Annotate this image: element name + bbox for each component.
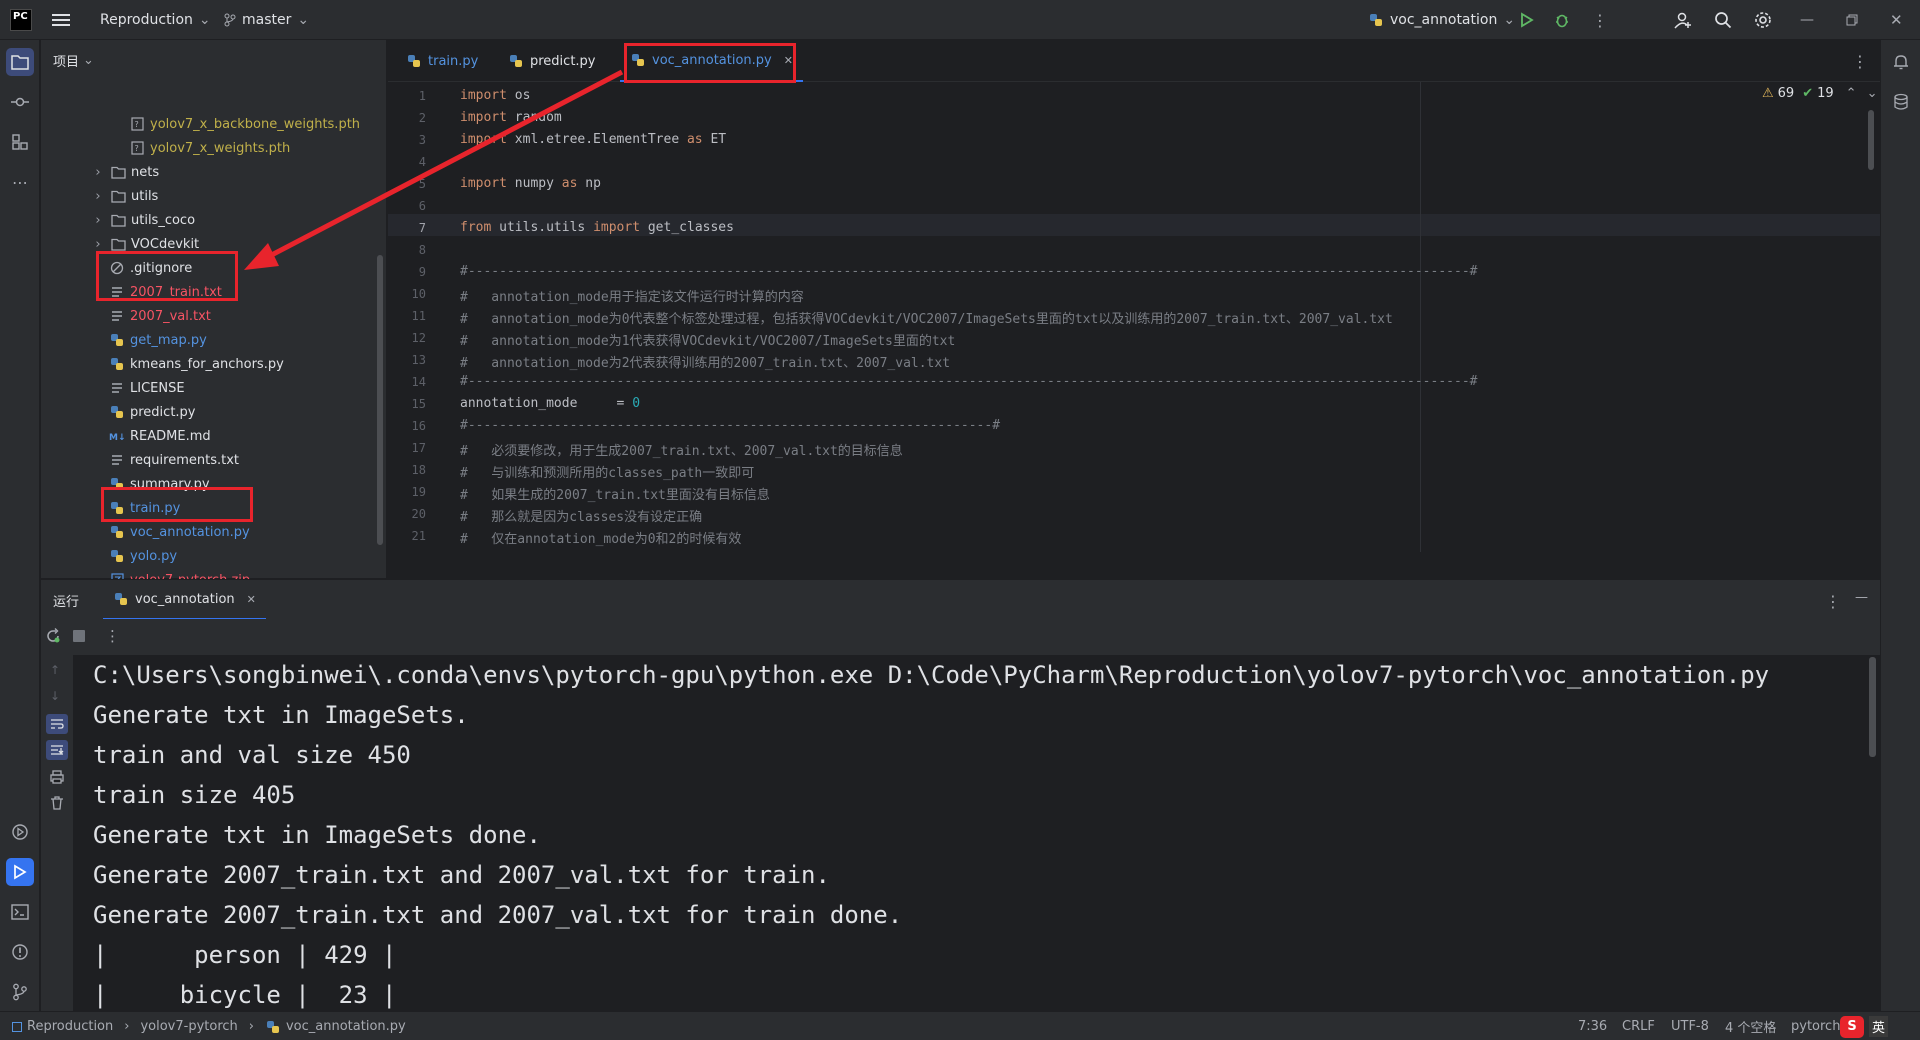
annotation-arrow [244, 69, 624, 270]
